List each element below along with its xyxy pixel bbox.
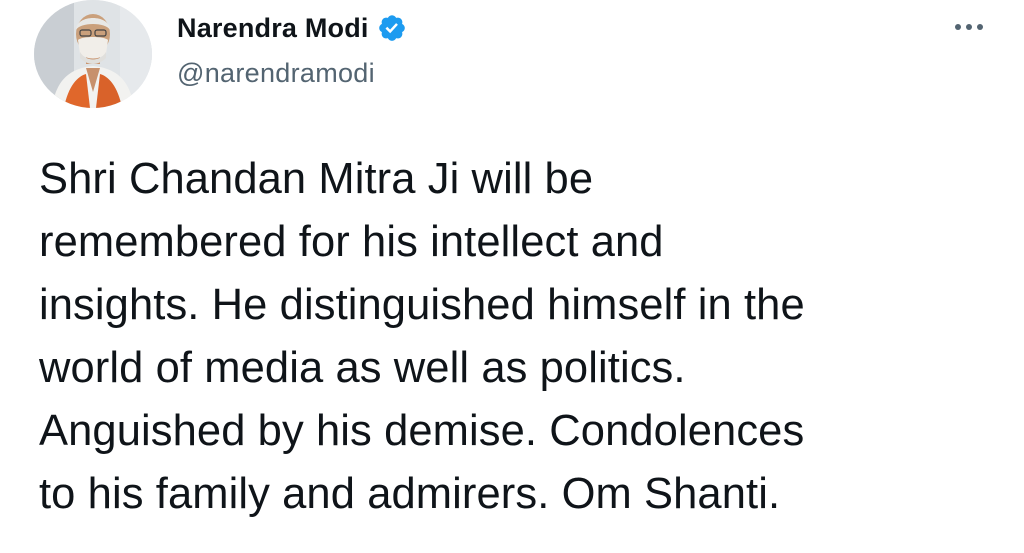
tweet-text-line: insights. He distinguished himself in th… bbox=[39, 281, 805, 329]
more-horizontal-icon bbox=[955, 24, 983, 30]
avatar[interactable] bbox=[34, 0, 152, 108]
tweet-text-line: Anguished by his demise. Condolences bbox=[39, 407, 805, 455]
author-block: Narendra Modi @narendramodi bbox=[177, 10, 407, 89]
profile-photo-icon bbox=[34, 0, 152, 108]
more-options-button[interactable] bbox=[952, 16, 986, 38]
tweet-text-line: world of media as well as politics. bbox=[39, 344, 686, 392]
verified-badge-icon bbox=[377, 13, 407, 43]
tweet-text-line: remembered for his intellect and bbox=[39, 218, 664, 266]
display-name[interactable]: Narendra Modi bbox=[177, 13, 369, 44]
tweet-card: Narendra Modi @narendramodi Shri Chandan… bbox=[0, 0, 1024, 553]
author-handle[interactable]: @narendramodi bbox=[177, 58, 407, 89]
tweet-text: Shri Chandan Mitra Ji will be remembered… bbox=[39, 148, 999, 526]
display-name-row: Narendra Modi bbox=[177, 10, 407, 46]
tweet-text-line: to his family and admirers. Om Shanti. bbox=[39, 470, 781, 518]
tweet-text-line: Shri Chandan Mitra Ji will be bbox=[39, 155, 594, 203]
